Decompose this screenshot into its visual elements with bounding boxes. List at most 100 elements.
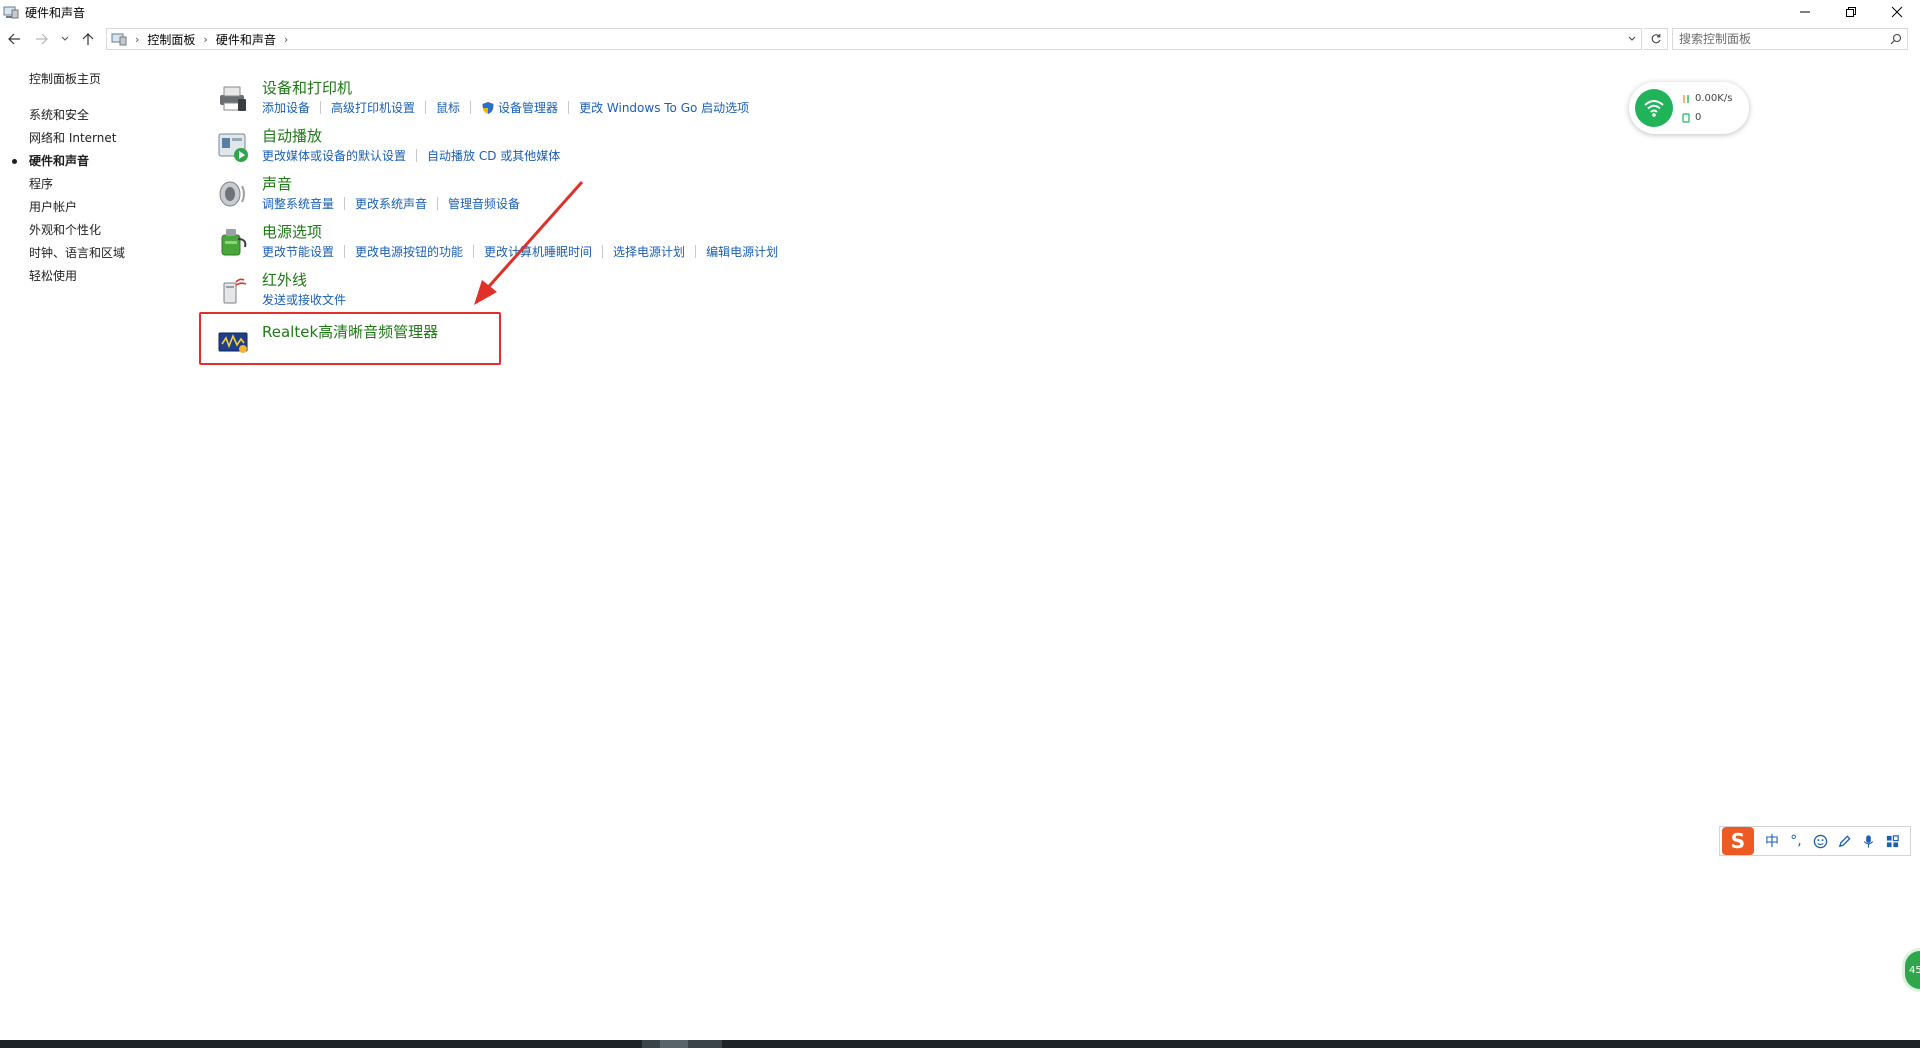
nav-item-ease-of-access[interactable]: 轻松使用 — [0, 265, 200, 288]
link-divider — [473, 245, 475, 258]
search-box — [1672, 28, 1908, 50]
address-bar[interactable]: › 控制面板 › 硬件和声音 › — [106, 28, 1642, 50]
arrow-left-icon — [8, 33, 20, 45]
nav-item-clock-region[interactable]: 时钟、语言和区域 — [0, 242, 200, 265]
category-links: 更改媒体或设备的默认设置 自动播放 CD 或其他媒体 — [262, 147, 560, 164]
highlight-box — [199, 312, 501, 365]
breadcrumb-separator-icon[interactable]: › — [203, 33, 207, 46]
category-title[interactable]: 电源选项 — [262, 221, 322, 242]
taskbar — [0, 1040, 1920, 1048]
window-controls — [1782, 0, 1920, 24]
network-stats: 0.00K/s 0 — [1681, 89, 1732, 127]
up-button[interactable] — [74, 28, 102, 50]
category-title[interactable]: 红外线 — [262, 269, 307, 290]
window-title: 硬件和声音 — [25, 5, 86, 20]
windows-to-go-link[interactable]: 更改 Windows To Go 启动选项 — [579, 99, 749, 116]
mouse-link[interactable]: 鼠标 — [436, 99, 460, 116]
search-icon[interactable] — [1885, 33, 1907, 45]
advanced-printer-setup-link[interactable]: 高级打印机设置 — [331, 99, 415, 116]
microphone-icon — [1863, 834, 1873, 848]
punctuation-toggle[interactable]: °, — [1784, 827, 1808, 855]
wifi-icon — [1635, 89, 1673, 127]
phone-icon — [1682, 112, 1690, 123]
send-receive-files-link[interactable]: 发送或接收文件 — [262, 291, 346, 308]
nav-item-system-security[interactable]: 系统和安全 — [0, 104, 200, 127]
autoplay-cd-link[interactable]: 自动播放 CD 或其他媒体 — [427, 147, 560, 164]
link-divider — [695, 245, 697, 258]
category-sound: 声音 调整系统音量 更改系统声音 管理音频设备 — [216, 171, 1116, 217]
link-divider — [568, 101, 570, 114]
category-autoplay: 自动播放 更改媒体或设备的默认设置 自动播放 CD 或其他媒体 — [216, 123, 1116, 169]
link-divider — [470, 101, 472, 114]
handwriting-button[interactable] — [1832, 827, 1856, 855]
category-links: 更改节能设置 更改电源按钮的功能 更改计算机睡眠时间 选择电源计划 编辑电源计划 — [262, 243, 778, 260]
ime-toolbar: S 中 °, — [1719, 826, 1911, 856]
control-panel-home-link[interactable]: 控制面板主页 — [29, 70, 101, 87]
navigation-bar: › 控制面板 › 硬件和声音 › — [0, 28, 1920, 50]
edit-power-plan-link[interactable]: 编辑电源计划 — [706, 243, 778, 260]
breadcrumb-control-panel[interactable]: 控制面板 — [147, 31, 195, 48]
change-system-sounds-link[interactable]: 更改系统声音 — [355, 195, 427, 212]
uac-shield-icon — [482, 101, 494, 114]
emoji-button[interactable] — [1808, 827, 1832, 855]
transfer-arrows-icon — [1683, 94, 1689, 103]
printer-icon — [220, 86, 246, 111]
manage-audio-devices-link[interactable]: 管理音频设备 — [448, 195, 520, 212]
chevron-down-icon — [1628, 36, 1636, 41]
recent-locations-button[interactable] — [56, 28, 74, 50]
category-links: 发送或接收文件 — [262, 291, 346, 308]
chevron-down-icon — [61, 36, 69, 41]
nav-item-user-accounts[interactable]: 用户帐户 — [0, 196, 200, 219]
adjust-volume-link[interactable]: 调整系统音量 — [262, 195, 334, 212]
sleep-time-link[interactable]: 更改计算机睡眠时间 — [484, 243, 592, 260]
arrow-up-icon — [82, 33, 94, 45]
floating-assistant-ball[interactable]: 45 — [1902, 948, 1920, 992]
nav-item-appearance[interactable]: 外观和个性化 — [0, 219, 200, 242]
voice-input-button[interactable] — [1856, 827, 1880, 855]
control-panel-icon — [3, 6, 19, 19]
search-input[interactable] — [1673, 29, 1885, 49]
link-divider — [602, 245, 604, 258]
autoplay-icon — [218, 133, 248, 162]
back-button[interactable] — [0, 28, 28, 50]
link-divider — [320, 101, 322, 114]
arrow-right-icon — [36, 33, 48, 45]
change-power-saving-link[interactable]: 更改节能设置 — [262, 243, 334, 260]
close-button[interactable] — [1874, 0, 1920, 24]
breadcrumb-separator-icon[interactable]: › — [284, 33, 288, 46]
refresh-button[interactable] — [1644, 28, 1668, 50]
toolbox-button[interactable] — [1880, 827, 1904, 855]
address-dropdown-button[interactable] — [1623, 29, 1641, 49]
nav-item-network-internet[interactable]: 网络和 Internet — [0, 127, 200, 150]
link-divider — [425, 101, 427, 114]
title-bar: 硬件和声音 — [0, 0, 1920, 24]
network-speed-widget[interactable]: 0.00K/s 0 — [1629, 82, 1749, 134]
sogou-logo-icon[interactable]: S — [1722, 827, 1754, 855]
category-title[interactable]: 设备和打印机 — [262, 77, 352, 98]
nav-item-programs[interactable]: 程序 — [0, 173, 200, 196]
minimize-button[interactable] — [1782, 0, 1828, 24]
breadcrumb-hardware-and-sound[interactable]: 硬件和声音 — [216, 31, 276, 48]
ime-mode-toggle[interactable]: 中 — [1760, 827, 1784, 855]
taskbar-item-active[interactable] — [660, 1040, 688, 1048]
category-title[interactable]: 自动播放 — [262, 125, 322, 146]
add-device-link[interactable]: 添加设备 — [262, 99, 310, 116]
restore-icon — [1846, 7, 1856, 17]
control-panel-icon — [111, 33, 127, 46]
grid-icon — [1886, 834, 1899, 847]
infrared-icon — [223, 278, 247, 304]
speaker-icon — [219, 181, 245, 207]
power-button-function-link[interactable]: 更改电源按钮的功能 — [355, 243, 463, 260]
choose-power-plan-link[interactable]: 选择电源计划 — [613, 243, 685, 260]
link-divider — [416, 149, 418, 162]
change-media-defaults-link[interactable]: 更改媒体或设备的默认设置 — [262, 147, 406, 164]
breadcrumb-separator-icon: › — [135, 32, 140, 46]
category-list: 系统和安全 网络和 Internet 硬件和声音 程序 用户帐户 外观和个性化 … — [0, 104, 200, 288]
restore-button[interactable] — [1828, 0, 1874, 24]
link-divider — [344, 197, 346, 210]
network-speed: 0.00K/s — [1695, 93, 1733, 104]
device-manager-link[interactable]: 设备管理器 — [498, 99, 558, 116]
forward-button[interactable] — [28, 28, 56, 50]
category-title[interactable]: 声音 — [262, 173, 292, 194]
nav-item-hardware-sound[interactable]: 硬件和声音 — [0, 150, 200, 173]
